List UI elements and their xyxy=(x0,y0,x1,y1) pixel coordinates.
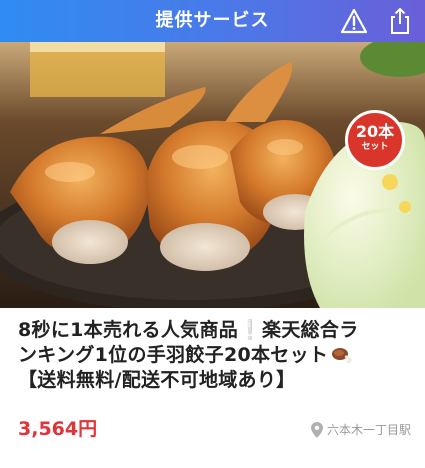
badge-count: 20本 xyxy=(355,122,395,141)
location[interactable]: 六本木一丁目駅 xyxy=(310,421,411,438)
report-button[interactable] xyxy=(338,5,370,37)
chicken-wings-illustration xyxy=(0,42,425,308)
product-photo[interactable]: 20本 セット xyxy=(0,42,425,308)
price: 3,564円 xyxy=(18,418,98,440)
header-bar: 提供サービス xyxy=(0,0,425,42)
share-button[interactable] xyxy=(384,5,416,37)
map-pin-icon xyxy=(310,421,323,438)
title-line1-b: 楽天総合ラ xyxy=(262,319,359,341)
product-title[interactable]: 8秒に1本売れる人気商品❕楽天総合ラ ンキング1位の手羽餃子20本セット 【送料… xyxy=(18,318,413,393)
exclamation-icon: ❕ xyxy=(238,319,263,341)
set-count-badge: 20本 セット xyxy=(345,110,405,170)
title-line1-a: 8秒に1本売れる人気商品 xyxy=(18,319,239,341)
title-line3: 【送料無料/配送不可地域あり】 xyxy=(18,369,296,391)
share-icon xyxy=(391,7,409,34)
location-label: 六本木一丁目駅 xyxy=(326,423,411,437)
badge-label: セット xyxy=(361,142,389,152)
title-line2: ンキング1位の手羽餃子20本セット xyxy=(18,344,329,366)
meat-on-bone-icon xyxy=(332,348,353,364)
warning-triangle-icon xyxy=(340,8,368,34)
